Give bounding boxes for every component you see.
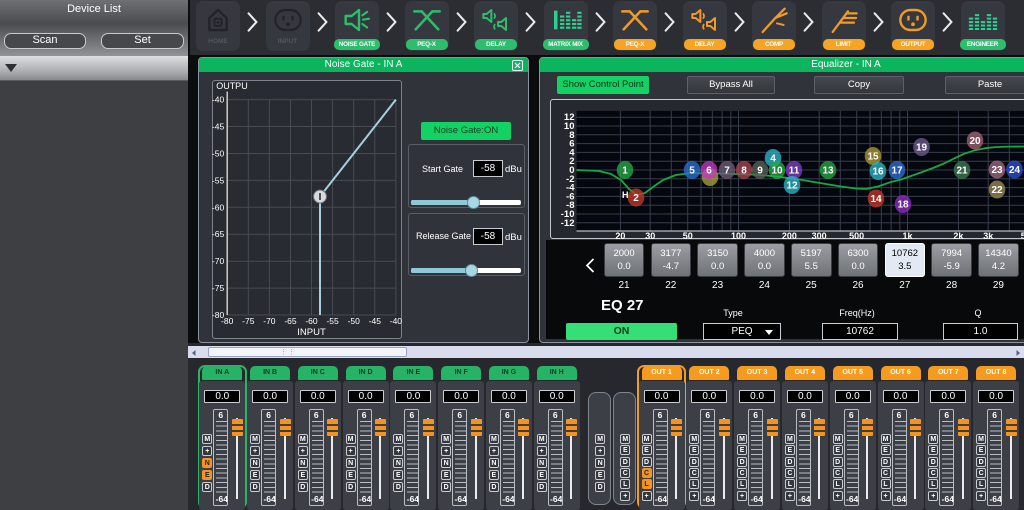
svg-text:-50: -50 — [348, 316, 361, 326]
svg-text:7: 7 — [724, 166, 730, 177]
svg-text:2: 2 — [633, 193, 639, 204]
svg-text:21: 21 — [956, 166, 968, 177]
svg-text:5: 5 — [689, 166, 695, 177]
svg-text:-75: -75 — [242, 316, 255, 326]
svg-text:12: 12 — [786, 181, 798, 192]
svg-text:-75: -75 — [212, 283, 225, 293]
svg-text:19: 19 — [916, 143, 928, 154]
svg-text:OUTPU: OUTPU — [216, 81, 248, 91]
svg-text:-60: -60 — [305, 316, 318, 326]
svg-text:-50: -50 — [212, 149, 225, 159]
svg-text:11: 11 — [789, 166, 800, 177]
svg-text:-45: -45 — [369, 316, 382, 326]
svg-text:9: 9 — [757, 166, 763, 177]
svg-text:20: 20 — [969, 136, 981, 147]
svg-text:-12: -12 — [561, 218, 575, 229]
svg-text:-65: -65 — [284, 316, 297, 326]
svg-text:23: 23 — [991, 165, 1003, 176]
svg-text:-55: -55 — [326, 316, 339, 326]
svg-text:-55: -55 — [212, 175, 225, 185]
svg-text:16: 16 — [872, 167, 884, 178]
svg-text:14: 14 — [870, 194, 882, 205]
svg-text:13: 13 — [822, 166, 834, 177]
svg-text:-70: -70 — [263, 316, 276, 326]
svg-text:-65: -65 — [212, 229, 225, 239]
svg-text:INPUT: INPUT — [297, 327, 326, 338]
svg-text:22: 22 — [991, 185, 1003, 196]
svg-text:10: 10 — [771, 166, 783, 177]
svg-text:1: 1 — [622, 166, 628, 177]
svg-text:8: 8 — [741, 166, 747, 177]
svg-text:15: 15 — [867, 152, 879, 163]
svg-text:18: 18 — [897, 200, 909, 211]
svg-text:-80: -80 — [221, 316, 234, 326]
svg-text:-45: -45 — [212, 122, 225, 132]
svg-text:-40: -40 — [212, 95, 225, 105]
svg-text:H: H — [622, 190, 629, 200]
svg-text:6: 6 — [706, 166, 712, 177]
svg-text:24: 24 — [1009, 165, 1021, 176]
svg-text:-60: -60 — [212, 202, 225, 212]
svg-text:-40: -40 — [390, 316, 403, 326]
svg-text:-70: -70 — [212, 256, 225, 266]
svg-text:17: 17 — [891, 166, 903, 177]
